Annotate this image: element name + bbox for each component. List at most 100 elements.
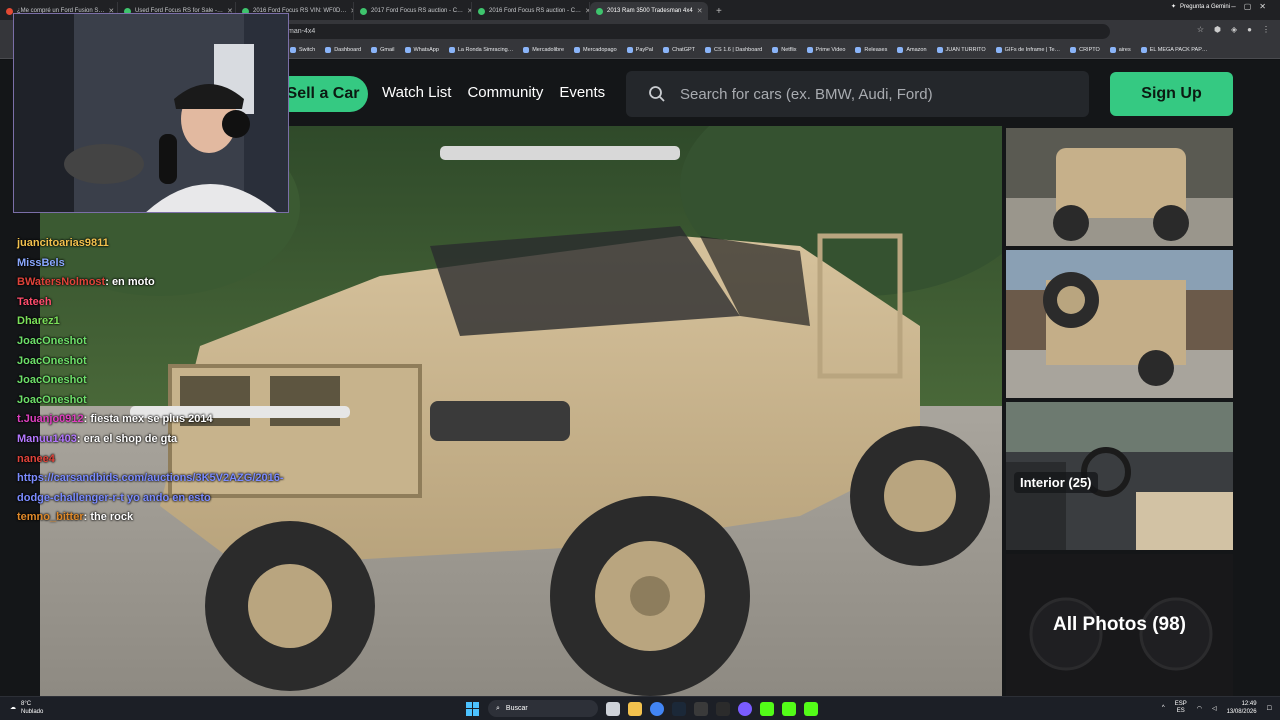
bookmark-item[interactable]: CRIPTO [1070, 47, 1100, 53]
bookmark-item[interactable]: Gmail [371, 47, 395, 53]
bookmark-item[interactable]: WhatsApp [404, 47, 439, 53]
screen: ¿Me compré un Ford Fusion S… ✕ Used Ford … [0, 0, 1280, 720]
taskbar-search[interactable]: ⌕ Buscar [488, 700, 598, 717]
clock[interactable]: 12:49 13/08/2026 [1227, 700, 1257, 716]
favicon-icon [6, 7, 13, 15]
streamer-webcam [13, 13, 289, 213]
nav-community[interactable]: Community [467, 84, 543, 101]
bookmark-item[interactable]: EL MEGA PACK PAP… [1140, 47, 1208, 53]
volume-icon[interactable]: ◁ [1212, 705, 1217, 712]
bookmark-label: JUAN TURRITO [945, 47, 986, 53]
bookmark-icon [855, 47, 862, 53]
bookmark-icon [404, 47, 411, 53]
bookmark-item[interactable]: Prime Video [806, 47, 846, 53]
thumbnail-front[interactable] [1006, 128, 1233, 246]
browser-tab[interactable]: 2017 Ford Focus RS auction - C…✕ [354, 2, 472, 20]
puzzle-icon[interactable]: ◈ [1231, 25, 1237, 34]
star-icon[interactable]: ☆ [1197, 25, 1204, 34]
bookmark-item[interactable]: CS 1.6 | Dashboard [705, 47, 762, 53]
extension-icon[interactable]: ⬢ [1214, 25, 1221, 34]
system-tray: ^ ESP ES ◠ ◁ 12:49 13/08/2026 ☐ [1162, 700, 1272, 716]
chat-username[interactable]: Manuu1403 [17, 433, 77, 445]
url-field[interactable]: man-4x4 [280, 24, 1110, 39]
favicon-icon [478, 7, 485, 15]
new-tab-icon[interactable]: + [708, 2, 730, 20]
bookmark-item[interactable]: GIFs de Inframe | Te… [995, 47, 1060, 53]
bookmark-item[interactable]: aires [1109, 47, 1131, 53]
bookmark-label: aires [1118, 47, 1131, 53]
bookmark-icon [897, 47, 904, 53]
chat-username[interactable]: t.Juanjo0912 [17, 413, 84, 425]
chat-username[interactable]: juancitoarias9811 [17, 237, 109, 249]
nav-watch-list[interactable]: Watch List [382, 84, 451, 101]
bookmark-item[interactable]: Netflix [772, 47, 797, 53]
browser-tab-active[interactable]: 2013 Ram 3500 Tradesman 4x4 ✕ [590, 2, 708, 20]
kick-icon[interactable] [804, 701, 818, 716]
chat-username[interactable]: MissBels [17, 257, 65, 269]
bookmark-item[interactable]: Switch [290, 47, 315, 53]
bookmark-item[interactable]: La Ronda Simracing… [448, 47, 513, 53]
browser-tab[interactable]: 2016 Ford Focus RS auction - C…✕ [472, 2, 590, 20]
search-input[interactable] [680, 85, 1060, 103]
bookmark-item[interactable]: Mercadopago [574, 47, 617, 53]
bookmark-item[interactable]: PayPal [626, 47, 653, 53]
chat-username[interactable]: JoacOneshot [17, 374, 87, 386]
kick-icon[interactable] [760, 701, 774, 716]
window-controls[interactable]: –▢✕ [1231, 2, 1274, 11]
sparkle-icon: ✦ [1170, 4, 1176, 10]
app-icon[interactable] [694, 701, 708, 716]
chat-username[interactable]: Dharez1 [17, 315, 60, 327]
search-icon [649, 86, 665, 102]
thumbnail-rear[interactable] [1006, 250, 1233, 398]
chat-username[interactable]: JoacOneshot [17, 335, 87, 347]
gemini-button[interactable]: ✦ Pregunta a Gemini [1170, 3, 1230, 11]
sign-up-button[interactable]: Sign Up [1110, 72, 1233, 116]
kick-icon[interactable] [782, 701, 796, 716]
bookmark-item[interactable]: Releases [855, 47, 887, 53]
chat-username[interactable]: Tateeh [17, 296, 52, 308]
gemini-label: Pregunta a Gemini [1179, 3, 1230, 10]
interior-photos-badge[interactable]: Interior (25) [1014, 472, 1098, 493]
bookmark-label: Switch [299, 47, 316, 53]
chat-username[interactable]: temno_bitter [17, 511, 84, 523]
search-bar[interactable] [626, 71, 1089, 117]
nav-events[interactable]: Events [559, 84, 605, 101]
app-icon[interactable] [716, 701, 730, 716]
bookmark-icon [1070, 47, 1077, 53]
bookmark-icon [448, 47, 455, 53]
weather-temp: 8°C [21, 701, 32, 707]
all-photos-button[interactable]: All Photos (98) [1006, 554, 1233, 696]
bookmark-label: WhatsApp [413, 47, 439, 53]
bookmark-item[interactable]: ChatGPT [663, 47, 695, 53]
bookmark-icon [626, 47, 633, 53]
chat-username[interactable]: JoacOneshot [17, 394, 87, 406]
chat-text: : the rock [83, 511, 134, 524]
chrome-icon[interactable] [650, 701, 664, 716]
close-icon[interactable]: ✕ [697, 7, 703, 15]
file-explorer-icon[interactable] [628, 701, 642, 716]
language-indicator[interactable]: ESP ES [1175, 701, 1187, 715]
bookmark-label: EL MEGA PACK PAP… [1149, 47, 1208, 53]
bookmark-item[interactable]: JUAN TURRITO [936, 47, 986, 53]
sell-a-car-button[interactable]: Sell a Car [278, 76, 368, 112]
profile-icon[interactable]: ● [1247, 25, 1252, 34]
bookmark-label: Prime Video [815, 47, 846, 53]
bookmark-item[interactable]: Mercadolibre [523, 47, 564, 53]
chat-username[interactable]: JoacOneshot [17, 355, 87, 367]
bookmark-item[interactable]: Amazon [897, 47, 927, 53]
discord-icon[interactable] [738, 701, 752, 716]
chat-username[interactable]: nanee4 [17, 453, 55, 465]
windows-start-icon[interactable] [466, 701, 480, 716]
steam-icon[interactable] [672, 701, 686, 716]
chat-username[interactable]: BWatersNolmost [17, 276, 105, 288]
wifi-icon[interactable]: ◠ [1197, 705, 1202, 712]
chat-message: JoacOneshot [17, 371, 242, 391]
search-icon: ⌕ [496, 704, 500, 712]
thumbnail-image [1006, 250, 1233, 398]
menu-icon[interactable]: ⋮ [1262, 25, 1270, 34]
task-view-icon[interactable] [606, 701, 620, 716]
notification-icon[interactable]: ☐ [1267, 705, 1272, 712]
weather-widget[interactable]: ☁ 8°C Nublado [10, 700, 43, 716]
bookmark-item[interactable]: Dashboard [325, 47, 361, 53]
chevron-up-icon[interactable]: ^ [1162, 705, 1165, 711]
